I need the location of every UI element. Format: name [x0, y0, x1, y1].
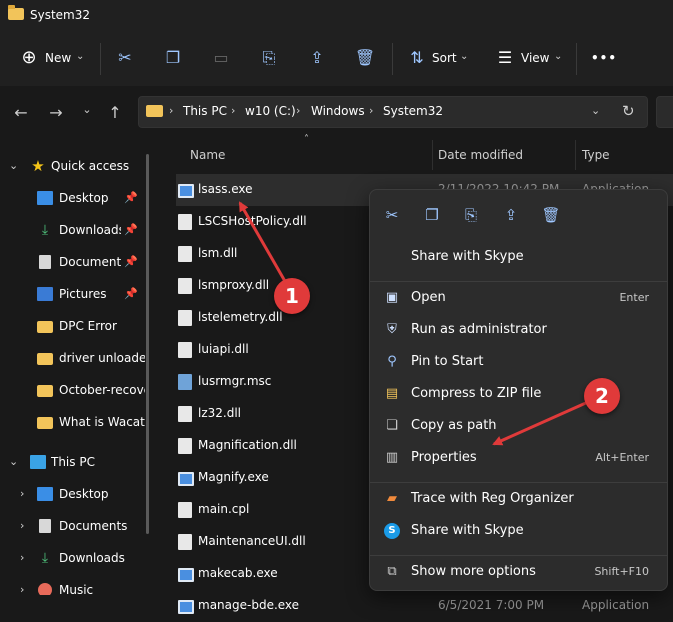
file-date: 6/5/2021 7:00 PM — [438, 598, 545, 612]
file-name: manage-bde.exe — [198, 598, 300, 612]
arrow-to-lsass — [238, 201, 288, 284]
step-badge-1: 1 — [274, 278, 310, 314]
arrow-to-properties — [492, 400, 589, 446]
step-badge-2: 2 — [584, 378, 620, 414]
annotation-arrows — [238, 201, 589, 446]
exe-file-icon — [178, 600, 194, 614]
file-type: Application — [582, 598, 650, 612]
